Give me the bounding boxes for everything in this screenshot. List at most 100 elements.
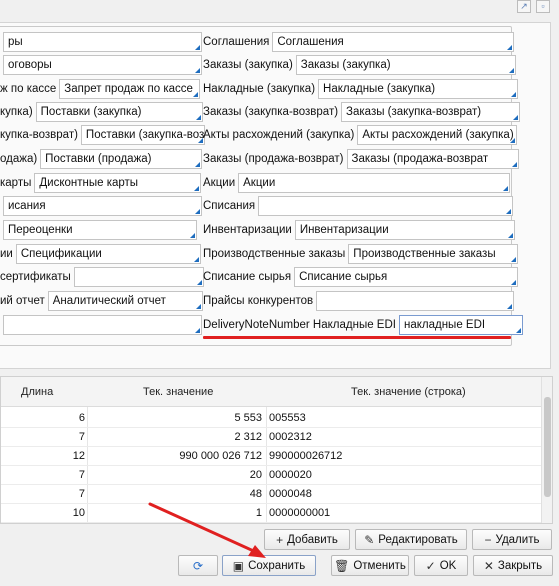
x-icon: ✕	[483, 558, 494, 573]
supply-purchase-field-input[interactable]: Поставки (закупка)	[35, 102, 203, 122]
promotions-field-input[interactable]: Акции	[238, 173, 511, 193]
checkmark-icon: ✓	[425, 558, 436, 573]
left-field-13-input[interactable]	[3, 315, 202, 335]
purchase-orders-field-input[interactable]: Заказы (закупка)	[295, 55, 516, 75]
field-label: купка-возврат)	[0, 129, 78, 141]
save-button-label: Сохранить	[248, 559, 306, 572]
right-row-delivery-note-number: DeliveryNoteNumber Накладные EDI накладн…	[203, 315, 523, 335]
cell-length: 10	[72, 507, 85, 519]
cell-value-string: 990000026712	[269, 450, 343, 462]
table-row[interactable]: 12 990 000 026 712 990000026712	[1, 448, 541, 466]
column-header-value-string[interactable]: Тек. значение (строка)	[351, 386, 466, 398]
right-row-sale-return-orders: Заказы (продажа-возврат) Заказы (продажа…	[203, 149, 519, 169]
close-button[interactable]: ✕ Закрыть	[473, 555, 553, 576]
left-row-13	[0, 315, 202, 335]
raw-write-off-field-input[interactable]: Списание сырья	[294, 267, 519, 287]
table-row[interactable]: 10 1 0000000001	[1, 505, 541, 523]
table-row[interactable]: 7 20 0000020	[1, 467, 541, 485]
cell-value: 48	[249, 488, 262, 500]
competitor-prices-field-input[interactable]	[316, 291, 515, 311]
field-label: ж по кассе	[0, 83, 57, 95]
left-field-1-input[interactable]: ры	[3, 32, 202, 52]
cell-length: 12	[72, 450, 85, 462]
pencil-icon: ✎	[364, 532, 375, 547]
revaluation-field-input[interactable]: Переоценки	[3, 220, 197, 240]
table-row[interactable]: 7 48 0000048	[1, 486, 541, 504]
cell-value: 990 000 026 712	[179, 450, 262, 462]
sale-return-orders-field-input[interactable]: Заказы (продажа-возврат	[346, 149, 519, 169]
certificates-field-input[interactable]	[73, 267, 204, 287]
window-top-bar: ↗ ▫	[0, 0, 559, 22]
table-row[interactable]: 6 5 553 005553	[1, 410, 541, 428]
field-label: Акции	[203, 177, 236, 189]
field-label: купка)	[0, 106, 33, 118]
field-label: Заказы (закупка)	[203, 59, 293, 71]
save-button[interactable]: ▣ Сохранить	[222, 555, 316, 576]
field-label: карты	[0, 177, 32, 189]
sale-ban-field-input[interactable]: Запрет продаж по кассе	[59, 79, 201, 99]
edit-button[interactable]: ✎ Редактировать	[355, 529, 467, 550]
analytical-report-field-input[interactable]: Аналитический отчет	[47, 291, 203, 311]
cell-value: 2 312	[234, 431, 262, 443]
field-label: Списание сырья	[203, 271, 292, 283]
field-label: сертификаты	[0, 271, 71, 283]
add-button[interactable]: + Добавить	[264, 529, 350, 550]
purchase-return-orders-field-input[interactable]: Заказы (закупка-возврат)	[341, 102, 521, 122]
write-off-left-field-input[interactable]: исания	[3, 196, 202, 216]
left-row-12: ий отчет Аналитический отчет	[0, 291, 203, 311]
cell-value-string: 0000000001	[269, 507, 331, 519]
supply-purchase-return-field-input[interactable]: Поставки (закупка-возв	[80, 125, 205, 145]
table-scrollbar[interactable]	[541, 377, 552, 523]
cell-value-string: 005553	[269, 412, 306, 424]
cancel-button[interactable]: 🗑 Отменить	[331, 555, 409, 576]
cancel-button-label: Отменить	[353, 559, 406, 572]
write-offs-field-input[interactable]	[258, 196, 514, 216]
left-row-2: оговоры	[0, 55, 202, 75]
inventories-field-input[interactable]: Инвентаризации	[294, 220, 515, 240]
left-row-7: карты Дисконтные карты	[0, 173, 202, 193]
cell-length: 7	[78, 469, 85, 481]
cell-length: 6	[78, 412, 85, 424]
left-row-10: ии Спецификации	[0, 244, 201, 264]
column-header-value[interactable]: Тек. значение	[143, 386, 213, 398]
right-row-promotions: Акции Акции	[203, 173, 511, 193]
field-label: одажа)	[0, 153, 38, 165]
field-label: ии	[0, 248, 13, 260]
field-label: Заказы (закупка-возврат)	[203, 106, 339, 118]
left-row-1: ры	[0, 32, 202, 52]
delete-button[interactable]: − Удалить	[472, 529, 552, 550]
cell-value-string: 0000048	[269, 488, 312, 500]
left-field-2-input[interactable]: оговоры	[3, 55, 202, 75]
table-header: Длина Тек. значение Тек. значение (строк…	[1, 377, 541, 407]
field-label: Соглашения	[203, 36, 270, 48]
right-row-production-orders: Производственные заказы Производственные…	[203, 244, 519, 264]
delivery-note-edi-field-input[interactable]: накладные EDI	[398, 315, 523, 335]
column-header-length[interactable]: Длина	[21, 386, 53, 398]
agreements-field-input[interactable]: Соглашения	[272, 32, 515, 52]
field-label: ий отчет	[0, 295, 45, 307]
field-label: Производственные заказы	[203, 248, 346, 260]
refresh-button[interactable]: ⟳	[178, 555, 218, 576]
right-row-inventories: Инвентаризации Инвентаризации	[203, 220, 515, 240]
close-button-label: Закрыть	[497, 559, 543, 572]
edit-button-label: Редактировать	[378, 533, 458, 546]
refresh-icon: ⟳	[192, 558, 204, 573]
specifications-field-input[interactable]: Спецификации	[15, 244, 201, 264]
ok-button-label: OK	[439, 559, 457, 572]
table-row[interactable]: 7 2 312 0002312	[1, 429, 541, 447]
cell-length: 7	[78, 488, 85, 500]
restore-icon[interactable]: ▫	[536, 0, 550, 13]
field-label: Прайсы конкурентов	[203, 295, 314, 307]
cell-value: 20	[249, 469, 262, 481]
discount-cards-field-input[interactable]: Дисконтные карты	[34, 173, 202, 193]
discrepancy-acts-field-input[interactable]: Акты расхождений (закупка)	[357, 125, 518, 145]
scrollbar-thumb[interactable]	[544, 397, 551, 497]
supply-sale-field-input[interactable]: Поставки (продажа)	[40, 149, 203, 169]
field-label: DeliveryNoteNumber Накладные EDI	[203, 319, 396, 331]
right-row-purchase-invoices: Накладные (закупка) Накладные (закупка)	[203, 79, 519, 99]
field-label: Заказы (продажа-возврат)	[203, 153, 344, 165]
production-orders-field-input[interactable]: Производственные заказы	[348, 244, 519, 264]
purchase-invoices-field-input[interactable]: Накладные (закупка)	[318, 79, 519, 99]
ok-button[interactable]: ✓ OK	[414, 555, 468, 576]
expand-icon[interactable]: ↗	[517, 0, 531, 13]
